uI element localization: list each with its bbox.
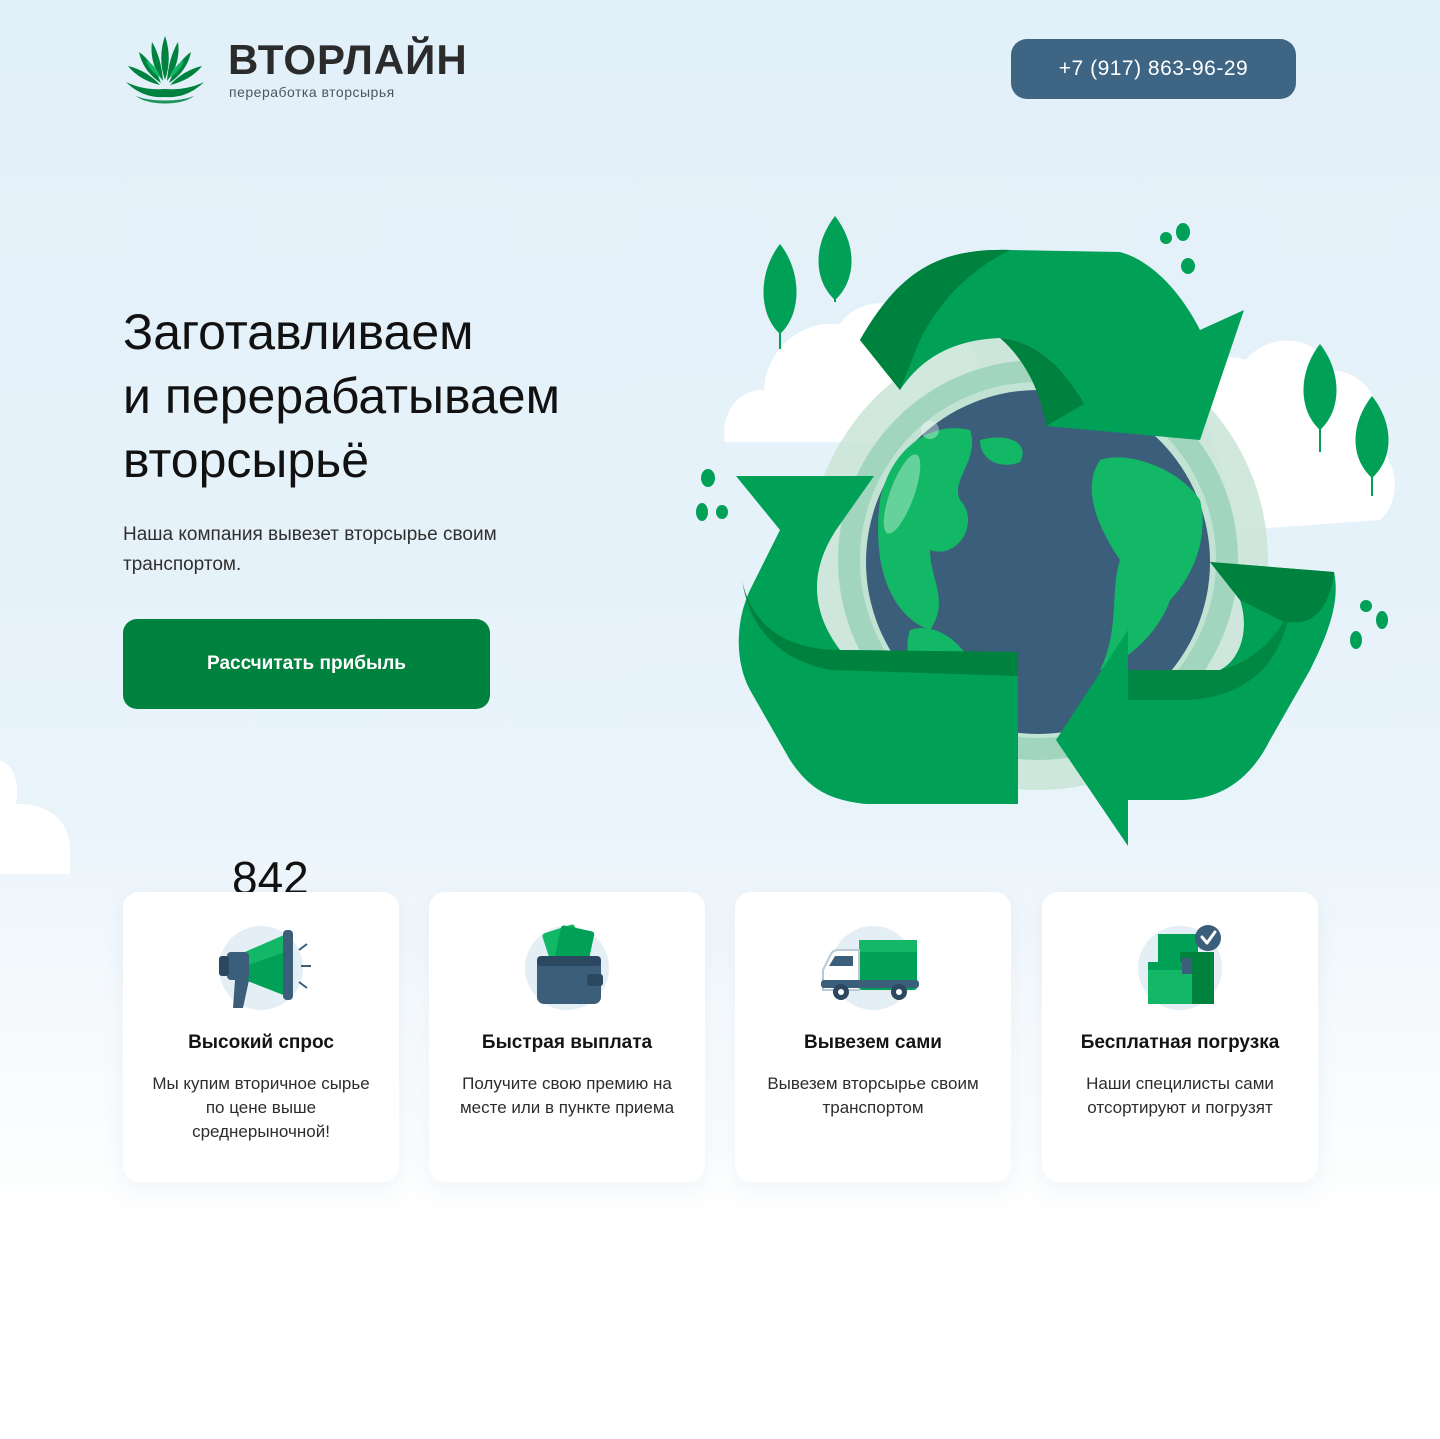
hero-subtitle: Наша компания вывезет вторсырье своим тр… <box>123 524 497 575</box>
feature-card-free-loading: Бесплатная погрузка Наши специлисты сами… <box>1042 892 1318 1182</box>
feature-card-pickup: Вывезем сами Вывезем вторсырье своим тра… <box>735 892 1011 1182</box>
brand-logo[interactable]: ВТОРЛАЙН переработка вторсырья <box>122 32 482 108</box>
hero-title-line: вторсырьё <box>123 432 370 488</box>
hero-title: Заготавливаем и перерабатываем вторсырьё <box>123 300 723 492</box>
phone-button[interactable]: +7 (917) 863-96-29 <box>1011 39 1296 99</box>
boxes-icon <box>1138 925 1222 1010</box>
truck-icon <box>821 926 919 1010</box>
hero-title-line: и перерабатываем <box>123 368 560 424</box>
megaphone-icon <box>219 926 311 1010</box>
feature-title: Высокий спрос <box>188 1032 334 1053</box>
feature-title: Бесплатная погрузка <box>1080 1032 1280 1053</box>
calculate-profit-button[interactable]: Рассчитать прибыль <box>123 619 490 709</box>
feature-text: Мы купим вторичное сырье по цене выше ср… <box>152 1074 370 1141</box>
feature-text: Наши специлисты сами отсортируют и погру… <box>1086 1074 1274 1117</box>
cloud-icon <box>0 760 70 874</box>
feature-card-fast-payout: Быстрая выплата Получите свою премию на … <box>429 892 705 1182</box>
feature-title: Быстрая выплата <box>481 1032 653 1053</box>
feature-text: Вывезем вторсырье своим транспортом <box>767 1074 979 1117</box>
stats-counter: 842 <box>232 852 309 892</box>
recycling-globe-illustration <box>696 216 1395 846</box>
wallet-icon <box>525 924 609 1010</box>
feature-text: Получите свою премию на месте или в пунк… <box>459 1074 675 1117</box>
brand-name: ВТОРЛАЙН <box>228 36 468 83</box>
feature-card-high-demand: Высокий спрос Мы купим вторичное сырье п… <box>123 892 399 1182</box>
lotus-logo-icon <box>126 36 204 104</box>
feature-title: Вывезем сами <box>804 1032 942 1053</box>
hero-title-line: Заготавливаем <box>123 304 474 360</box>
brand-tagline: переработка вторсырья <box>229 84 395 100</box>
